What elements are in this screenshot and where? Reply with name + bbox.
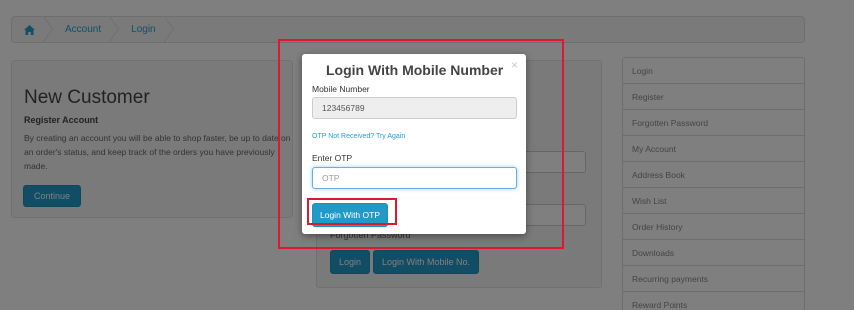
highlight-frame-otp-button <box>307 198 397 225</box>
page: Account Login New Customer Register Acco… <box>0 0 854 310</box>
